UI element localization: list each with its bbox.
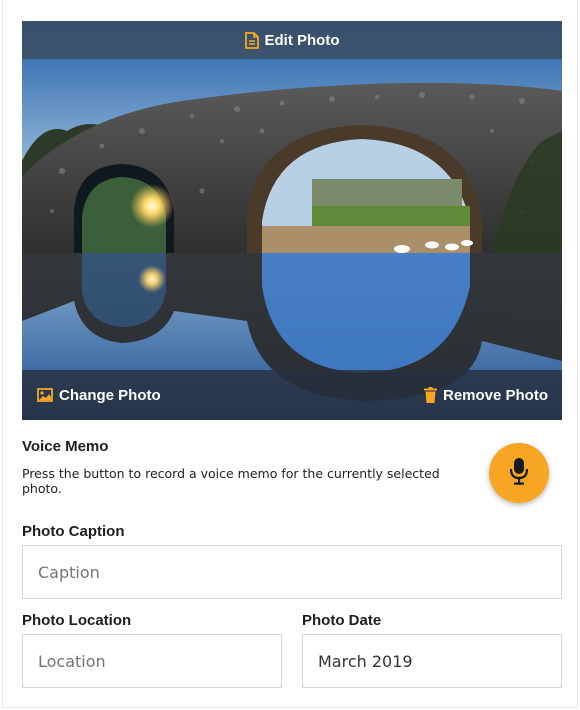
remove-photo-button[interactable]: Remove Photo	[423, 386, 548, 404]
document-icon	[244, 31, 259, 49]
photo-date-label: Photo Date	[302, 612, 382, 629]
bridge-photo	[22, 21, 562, 420]
photo-caption-input[interactable]	[22, 545, 562, 599]
photo-location-input[interactable]	[22, 634, 282, 688]
record-voice-memo-button[interactable]	[489, 443, 549, 503]
change-photo-button[interactable]: Change Photo	[37, 387, 161, 404]
microphone-icon	[509, 457, 529, 489]
remove-photo-label: Remove Photo	[442, 386, 548, 404]
change-photo-label: Change Photo	[59, 386, 161, 404]
voice-memo-title: Voice Memo	[22, 438, 109, 455]
photo-caption-label: Photo Caption	[22, 523, 125, 540]
edit-photo-button[interactable]: Edit Photo	[22, 21, 562, 59]
edit-photo-label: Edit Photo	[264, 31, 340, 49]
photo-actions-bar: Change Photo Remove Photo	[22, 370, 562, 420]
photo-date-input[interactable]	[302, 634, 562, 688]
image-icon	[37, 388, 53, 402]
voice-memo-description: Press the button to record a voice memo …	[22, 466, 440, 496]
photo-location-label: Photo Location	[22, 612, 132, 629]
photo-preview: Edit Photo Change Photo Remove Photo	[22, 21, 562, 420]
trash-icon	[423, 387, 437, 403]
